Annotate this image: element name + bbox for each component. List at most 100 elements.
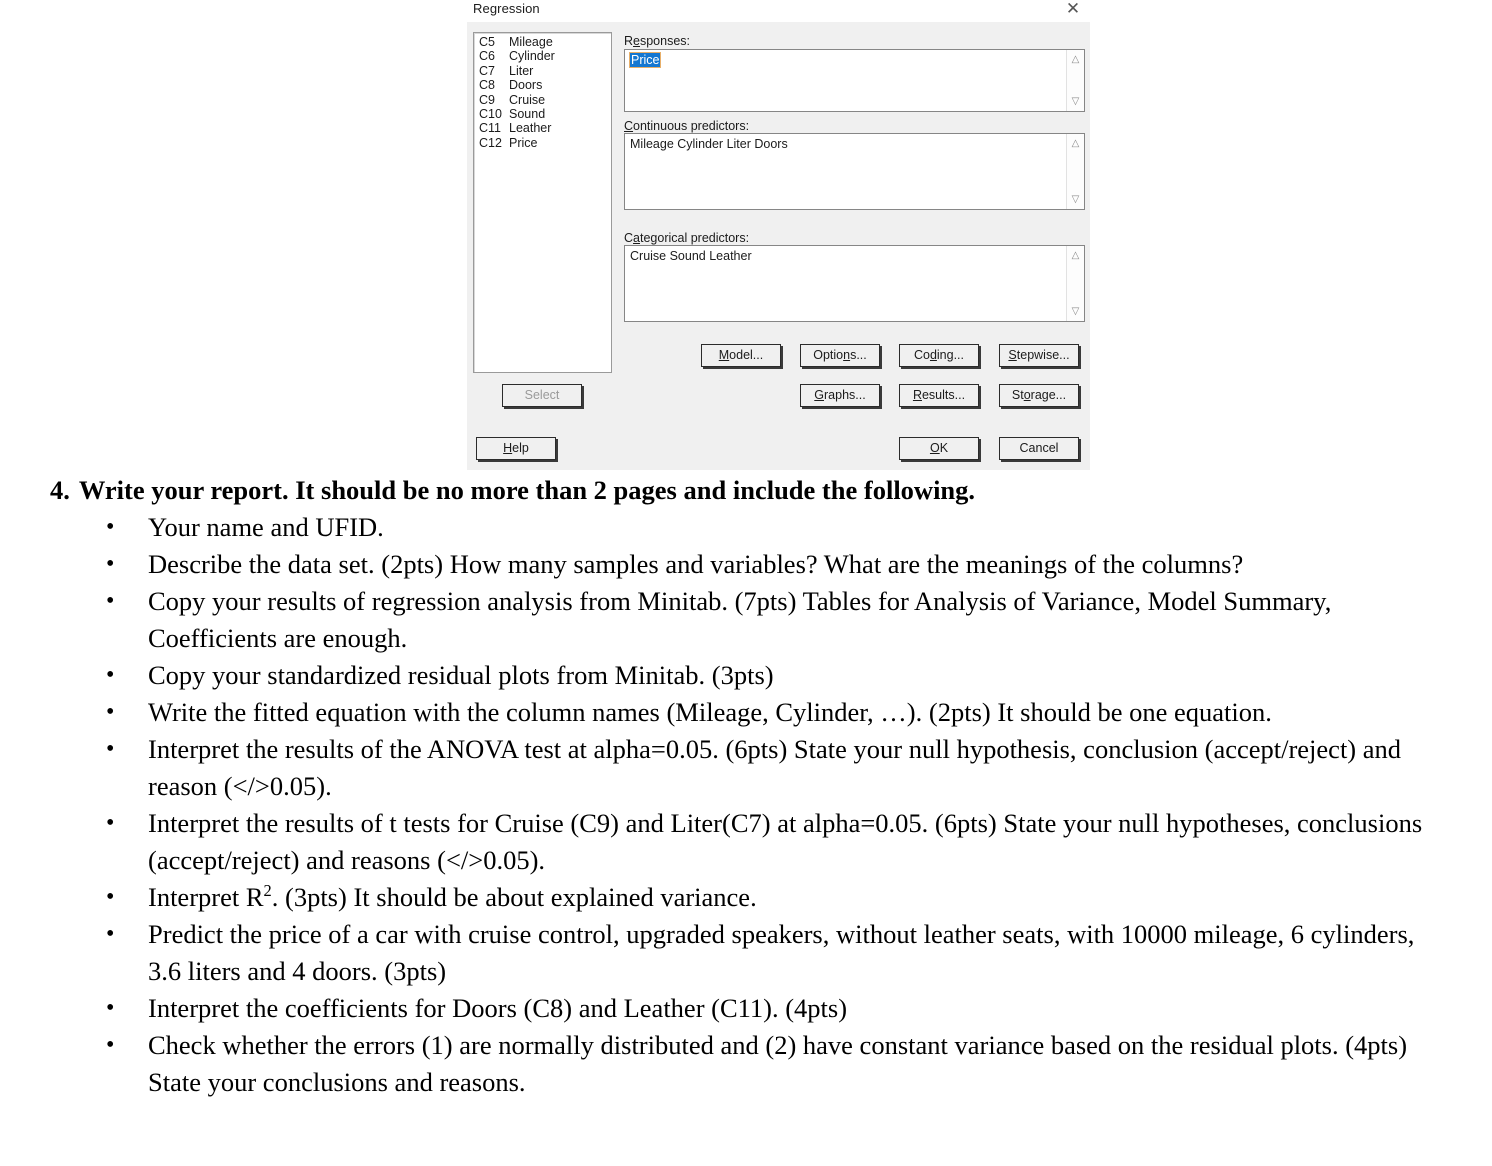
graphs-button-mnemonic: G bbox=[814, 388, 825, 403]
assignment-heading-text: Write your report. It should be no more … bbox=[78, 475, 976, 505]
responses-label-pre: R bbox=[624, 34, 634, 48]
variable-code: C10 bbox=[479, 106, 502, 121]
cancel-button-label: Cancel bbox=[1019, 441, 1059, 456]
list-item: Copy your results of regression analysis… bbox=[100, 583, 1448, 657]
list-item[interactable]: C11 Leather bbox=[474, 121, 611, 135]
coding-button[interactable]: Co d ing... bbox=[899, 344, 979, 367]
list-item[interactable]: C12 Price bbox=[474, 136, 611, 150]
categorical-predictors-label: Categorical predictors: bbox=[624, 231, 749, 245]
variable-code: C6 bbox=[479, 49, 495, 64]
categorical-predictors-input[interactable]: Cruise Sound Leather △ ▽ bbox=[624, 245, 1085, 322]
categorical-label-mnemonic: a bbox=[633, 231, 640, 245]
model-button[interactable]: Model... bbox=[701, 344, 781, 367]
categorical-predictors-value: Cruise Sound Leather bbox=[630, 249, 752, 263]
dialog-body: C5 Mileage C6 Cylinder C7 Liter C8 Doors C9 C… bbox=[467, 22, 1090, 470]
r-squared-pre: Interpret R bbox=[148, 882, 264, 912]
continuous-label-post: ontinuous predictors: bbox=[633, 119, 750, 133]
responses-input[interactable]: Price △ ▽ bbox=[624, 49, 1085, 112]
continuous-predictors-label: Continuous predictors: bbox=[624, 119, 749, 133]
variable-name: Cruise bbox=[509, 92, 546, 107]
storage-button-pre: St bbox=[1011, 388, 1024, 403]
list-item: Copy your standardized residual plots fr… bbox=[100, 657, 1448, 694]
options-button-pre: Optio bbox=[813, 348, 844, 363]
list-item: Predict the price of a car with cruise c… bbox=[100, 916, 1448, 990]
coding-button-pre: Co bbox=[913, 348, 930, 363]
graphs-button[interactable]: Graphs... bbox=[800, 384, 880, 407]
list-item: Write the fitted equation with the colum… bbox=[100, 694, 1448, 731]
help-button[interactable]: Help bbox=[476, 437, 556, 460]
list-item: Interpret the results of the ANOVA test … bbox=[100, 731, 1448, 805]
coding-button-post: ing... bbox=[936, 348, 965, 363]
storage-button-mnemonic: o bbox=[1023, 388, 1031, 403]
continuous-label-mnemonic: C bbox=[624, 119, 634, 133]
list-item[interactable]: C8 Doors bbox=[474, 78, 611, 92]
stepwise-button-mnemonic: S bbox=[1008, 348, 1017, 363]
dialog-title: Regression bbox=[473, 1, 540, 16]
list-item: Interpret the results of t tests for Cru… bbox=[100, 805, 1448, 879]
chevron-down-icon[interactable]: ▽ bbox=[1067, 192, 1084, 207]
variable-name: Leather bbox=[509, 121, 552, 136]
continuous-predictors-input[interactable]: Mileage Cylinder Liter Doors △ ▽ bbox=[624, 133, 1085, 210]
variable-code: C12 bbox=[479, 135, 502, 150]
assignment-heading-number: 4. bbox=[50, 475, 70, 505]
continuous-predictors-scrollbar[interactable]: △ ▽ bbox=[1066, 134, 1084, 209]
select-button-label: Select bbox=[524, 388, 560, 403]
variable-code: C7 bbox=[479, 63, 495, 78]
storage-button[interactable]: St o rage... bbox=[999, 384, 1079, 407]
categorical-label-pre: C bbox=[624, 231, 634, 245]
chevron-down-icon[interactable]: ▽ bbox=[1067, 304, 1084, 319]
list-item[interactable]: C5 Mileage bbox=[474, 35, 611, 49]
assignment-heading: 4. Write your report. It should be no mor… bbox=[50, 472, 1492, 509]
variable-code: C5 bbox=[479, 35, 495, 49]
list-item[interactable]: C6 Cylinder bbox=[474, 49, 611, 63]
responses-value: Price bbox=[628, 52, 662, 68]
list-item: Interpret the coefficients for Doors (C8… bbox=[100, 990, 1448, 1027]
stepwise-button-post: tepwise... bbox=[1016, 348, 1070, 363]
cancel-button[interactable]: Cancel bbox=[999, 437, 1079, 460]
model-button-post: odel... bbox=[729, 348, 764, 363]
close-icon[interactable]: ✕ bbox=[1060, 0, 1086, 21]
chevron-up-icon[interactable]: △ bbox=[1067, 52, 1084, 67]
variable-code: C9 bbox=[479, 92, 495, 107]
ok-button[interactable]: OK bbox=[899, 437, 979, 460]
model-button-mnemonic: M bbox=[718, 348, 730, 363]
variable-name: Price bbox=[509, 135, 538, 150]
variable-name: Cylinder bbox=[509, 49, 555, 64]
list-item[interactable]: C9 Cruise bbox=[474, 93, 611, 107]
options-button[interactable]: Optio n s... bbox=[800, 344, 880, 367]
ok-button-mnemonic: O bbox=[929, 441, 940, 456]
r-squared-post: . (3pts) It should be about explained va… bbox=[271, 882, 757, 912]
responses-label: Responses: bbox=[624, 34, 690, 48]
list-item: Describe the data set. (2pts) How many s… bbox=[100, 546, 1448, 583]
r-squared-exponent: 2 bbox=[263, 881, 272, 901]
stepwise-button[interactable]: Stepwise... bbox=[999, 344, 1079, 367]
chevron-down-icon[interactable]: ▽ bbox=[1067, 94, 1084, 109]
select-button[interactable]: Select bbox=[502, 384, 582, 407]
assignment-instructions: 4. Write your report. It should be no mor… bbox=[0, 472, 1492, 1101]
dialog-titlebar: Regression ✕ bbox=[467, 0, 1090, 22]
list-item[interactable]: C10 Sound bbox=[474, 107, 611, 121]
assignment-bullet-list: Your name and UFID. Describe the data se… bbox=[0, 509, 1492, 1101]
list-item: Check whether the errors (1) are normall… bbox=[100, 1027, 1448, 1101]
chevron-up-icon[interactable]: △ bbox=[1067, 136, 1084, 151]
responses-label-mnemonic: e bbox=[633, 34, 640, 48]
categorical-predictors-scrollbar[interactable]: △ ▽ bbox=[1066, 246, 1084, 321]
variable-list-box[interactable]: C5 Mileage C6 Cylinder C7 Liter C8 Doors C9 C… bbox=[473, 32, 612, 373]
variable-name: Liter bbox=[509, 63, 534, 78]
responses-scrollbar[interactable]: △ ▽ bbox=[1066, 50, 1084, 111]
variable-name: Sound bbox=[509, 106, 546, 121]
graphs-button-post: raphs... bbox=[824, 388, 866, 403]
chevron-up-icon[interactable]: △ bbox=[1067, 248, 1084, 263]
help-button-mnemonic: H bbox=[503, 441, 513, 456]
coding-button-mnemonic: d bbox=[929, 348, 937, 363]
list-item[interactable]: C7 Liter bbox=[474, 64, 611, 78]
results-button[interactable]: Results... bbox=[899, 384, 979, 407]
continuous-predictors-value: Mileage Cylinder Liter Doors bbox=[630, 137, 788, 151]
regression-dialog: Regression ✕ C5 Mileage C6 Cylinder C7 Lite… bbox=[467, 0, 1090, 470]
categorical-label-post: tegorical predictors: bbox=[639, 231, 750, 245]
responses-label-post: sponses: bbox=[639, 34, 691, 48]
storage-button-post: rage... bbox=[1030, 388, 1067, 403]
list-item: Your name and UFID. bbox=[100, 509, 1448, 546]
ok-button-post: K bbox=[939, 441, 949, 456]
help-button-post: elp bbox=[512, 441, 529, 456]
